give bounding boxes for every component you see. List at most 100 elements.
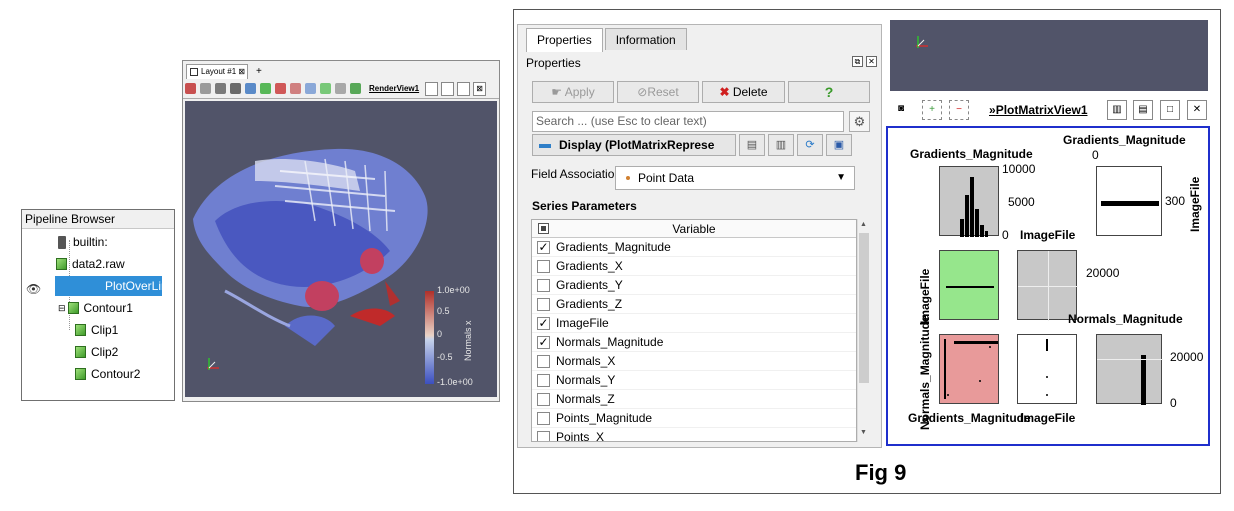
- grow-icon[interactable]: [335, 83, 346, 94]
- scrollbar-thumb[interactable]: [859, 233, 869, 383]
- tab-properties[interactable]: Properties: [526, 28, 603, 52]
- close-view-icon[interactable]: ✕: [1187, 100, 1207, 120]
- tree-item-contour2[interactable]: Contour2: [75, 364, 140, 384]
- reset-button[interactable]: ⊘Reset: [617, 81, 699, 103]
- variable-checkbox[interactable]: [537, 412, 550, 425]
- table-row[interactable]: Normals_Y: [532, 371, 856, 390]
- variable-checkbox[interactable]: [537, 298, 550, 311]
- tree-item-plotoverline1[interactable]: PlotOverLine1: [55, 276, 181, 296]
- tree-item-contour1[interactable]: ⊟ Contour1: [58, 298, 133, 318]
- gear-icon[interactable]: ⚙: [849, 111, 870, 132]
- camera-icon[interactable]: ◙: [891, 100, 911, 120]
- plot-matrix-view[interactable]: Gradients_Magnitude 10000 5000 0 Gradien…: [886, 126, 1210, 446]
- variable-checkbox[interactable]: ✓: [537, 317, 550, 330]
- table-row[interactable]: Normals_Z: [532, 390, 856, 409]
- apply-button[interactable]: ☛ Apply: [532, 81, 614, 103]
- screenshot-icon[interactable]: [215, 83, 226, 94]
- field-association-select[interactable]: Point Data ▼: [615, 166, 855, 190]
- variable-checkbox[interactable]: [537, 374, 550, 387]
- 3d-toggle-icon[interactable]: [230, 83, 241, 94]
- float-icon[interactable]: ⧉: [852, 56, 863, 67]
- table-row[interactable]: Gradients_Z: [532, 295, 856, 314]
- variable-checkbox[interactable]: [537, 393, 550, 406]
- scroll-down-icon[interactable]: ▼: [860, 429, 867, 436]
- display-section-header[interactable]: Display (PlotMatrixReprese: [532, 134, 736, 156]
- scatter-cell-top-right: [1096, 166, 1162, 236]
- hist-title: Gradients_Magnitude: [910, 147, 1033, 161]
- eye-icon[interactable]: 👁: [26, 282, 41, 296]
- clear-selection-icon[interactable]: [350, 83, 361, 94]
- scroll-up-icon[interactable]: ▲: [860, 221, 867, 228]
- variable-checkbox[interactable]: [537, 279, 550, 292]
- close-view-icon[interactable]: ⊠: [473, 81, 487, 96]
- table-row[interactable]: ✓ Normals_Magnitude: [532, 333, 856, 352]
- variable-checkbox[interactable]: [537, 260, 550, 273]
- variable-checkbox[interactable]: [537, 431, 550, 441]
- tree-item-label: Contour1: [83, 301, 133, 315]
- preview-render-view[interactable]: [890, 20, 1208, 91]
- delete-button[interactable]: ✖ Delete: [702, 81, 785, 103]
- tab-layout-1[interactable]: Layout #1 ⊠: [186, 64, 248, 79]
- variable-checkbox[interactable]: ✓: [537, 241, 550, 254]
- copy-icon[interactable]: ▤: [739, 134, 765, 156]
- refresh-icon[interactable]: ⟳: [797, 134, 823, 156]
- table-row[interactable]: Gradients_X: [532, 257, 856, 276]
- tree-item-clip1[interactable]: Clip1: [75, 320, 118, 340]
- save-icon[interactable]: ▣: [826, 134, 852, 156]
- table-row[interactable]: ✓ ImageFile: [532, 314, 856, 333]
- orientation-axes-icon: [916, 36, 928, 48]
- split-horizontal-icon[interactable]: ▥: [1107, 100, 1127, 120]
- series-table: Variable ✓ Gradients_Magnitude Gradients_X…: [531, 219, 857, 442]
- tree-item-label: Clip2: [91, 345, 119, 359]
- split-vertical-icon[interactable]: [441, 81, 455, 96]
- histogram-cell: [939, 166, 999, 237]
- tree-item-data2-raw[interactable]: data2.raw: [56, 254, 125, 274]
- render-viewport[interactable]: 1.0e+00 0.5 0 -0.5 -1.0e+00 Normals x: [185, 101, 497, 397]
- help-button[interactable]: ?: [788, 81, 870, 103]
- remove-selection-icon[interactable]: −: [949, 100, 969, 120]
- add-tab-button[interactable]: +: [256, 65, 262, 79]
- paste-icon[interactable]: ▥: [768, 134, 794, 156]
- interactive-select-icon[interactable]: [305, 83, 316, 94]
- select-cells-icon[interactable]: [290, 83, 301, 94]
- search-input[interactable]: Search ... (use Esc to clear text): [532, 111, 844, 132]
- table-row[interactable]: Points_X: [532, 428, 856, 441]
- grid-line: [1018, 286, 1078, 287]
- tree-item-label: PlotOverLine1: [105, 279, 182, 293]
- render-view-label[interactable]: RenderView1: [369, 84, 419, 93]
- close-icon[interactable]: ✕: [866, 56, 877, 67]
- bottom-xlabel-2: ImageFile: [1020, 411, 1076, 425]
- close-icon[interactable]: ⊠: [238, 67, 245, 76]
- grid-line: [1097, 359, 1163, 360]
- collapse-icon[interactable]: ⊟: [58, 298, 66, 318]
- add-selection-icon[interactable]: +: [922, 100, 942, 120]
- series-scrollbar[interactable]: ▲ ▼: [857, 219, 870, 442]
- variable-label: Normals_X: [556, 354, 616, 368]
- table-row[interactable]: Normals_X: [532, 352, 856, 371]
- table-row[interactable]: ✓ Gradients_Magnitude: [532, 238, 856, 257]
- tree-item-builtin[interactable]: builtin:: [58, 232, 108, 252]
- split-icon[interactable]: [200, 83, 211, 94]
- pipeline-browser: Pipeline Browser 👁 builtin: data2.raw Pl…: [21, 209, 181, 401]
- camera-reset-icon[interactable]: [185, 83, 196, 94]
- frustum-icon[interactable]: [320, 83, 331, 94]
- split-vertical-icon[interactable]: ▤: [1133, 100, 1153, 120]
- tab-information[interactable]: Information: [604, 28, 687, 50]
- table-row[interactable]: Points_Magnitude: [532, 409, 856, 428]
- variable-label: Normals_Y: [556, 373, 616, 387]
- hist-tick: 5000: [1008, 195, 1035, 209]
- maximize-icon[interactable]: □: [1160, 100, 1180, 120]
- select-icon[interactable]: [260, 83, 271, 94]
- zoom-icon[interactable]: [245, 83, 256, 94]
- split-horizontal-icon[interactable]: [425, 81, 439, 96]
- display-bar-icon: [539, 143, 551, 148]
- table-row[interactable]: Gradients_Y: [532, 276, 856, 295]
- tree-item-clip2[interactable]: Clip2: [75, 342, 118, 362]
- select-all-checkbox[interactable]: [538, 223, 549, 234]
- maximize-icon[interactable]: [457, 81, 471, 96]
- plot-matrix-view-label[interactable]: »PlotMatrixView1: [989, 103, 1088, 117]
- select-points-icon[interactable]: [275, 83, 286, 94]
- histogram-cell-bottom: [1096, 334, 1163, 405]
- variable-checkbox[interactable]: [537, 355, 550, 368]
- variable-checkbox[interactable]: ✓: [537, 336, 550, 349]
